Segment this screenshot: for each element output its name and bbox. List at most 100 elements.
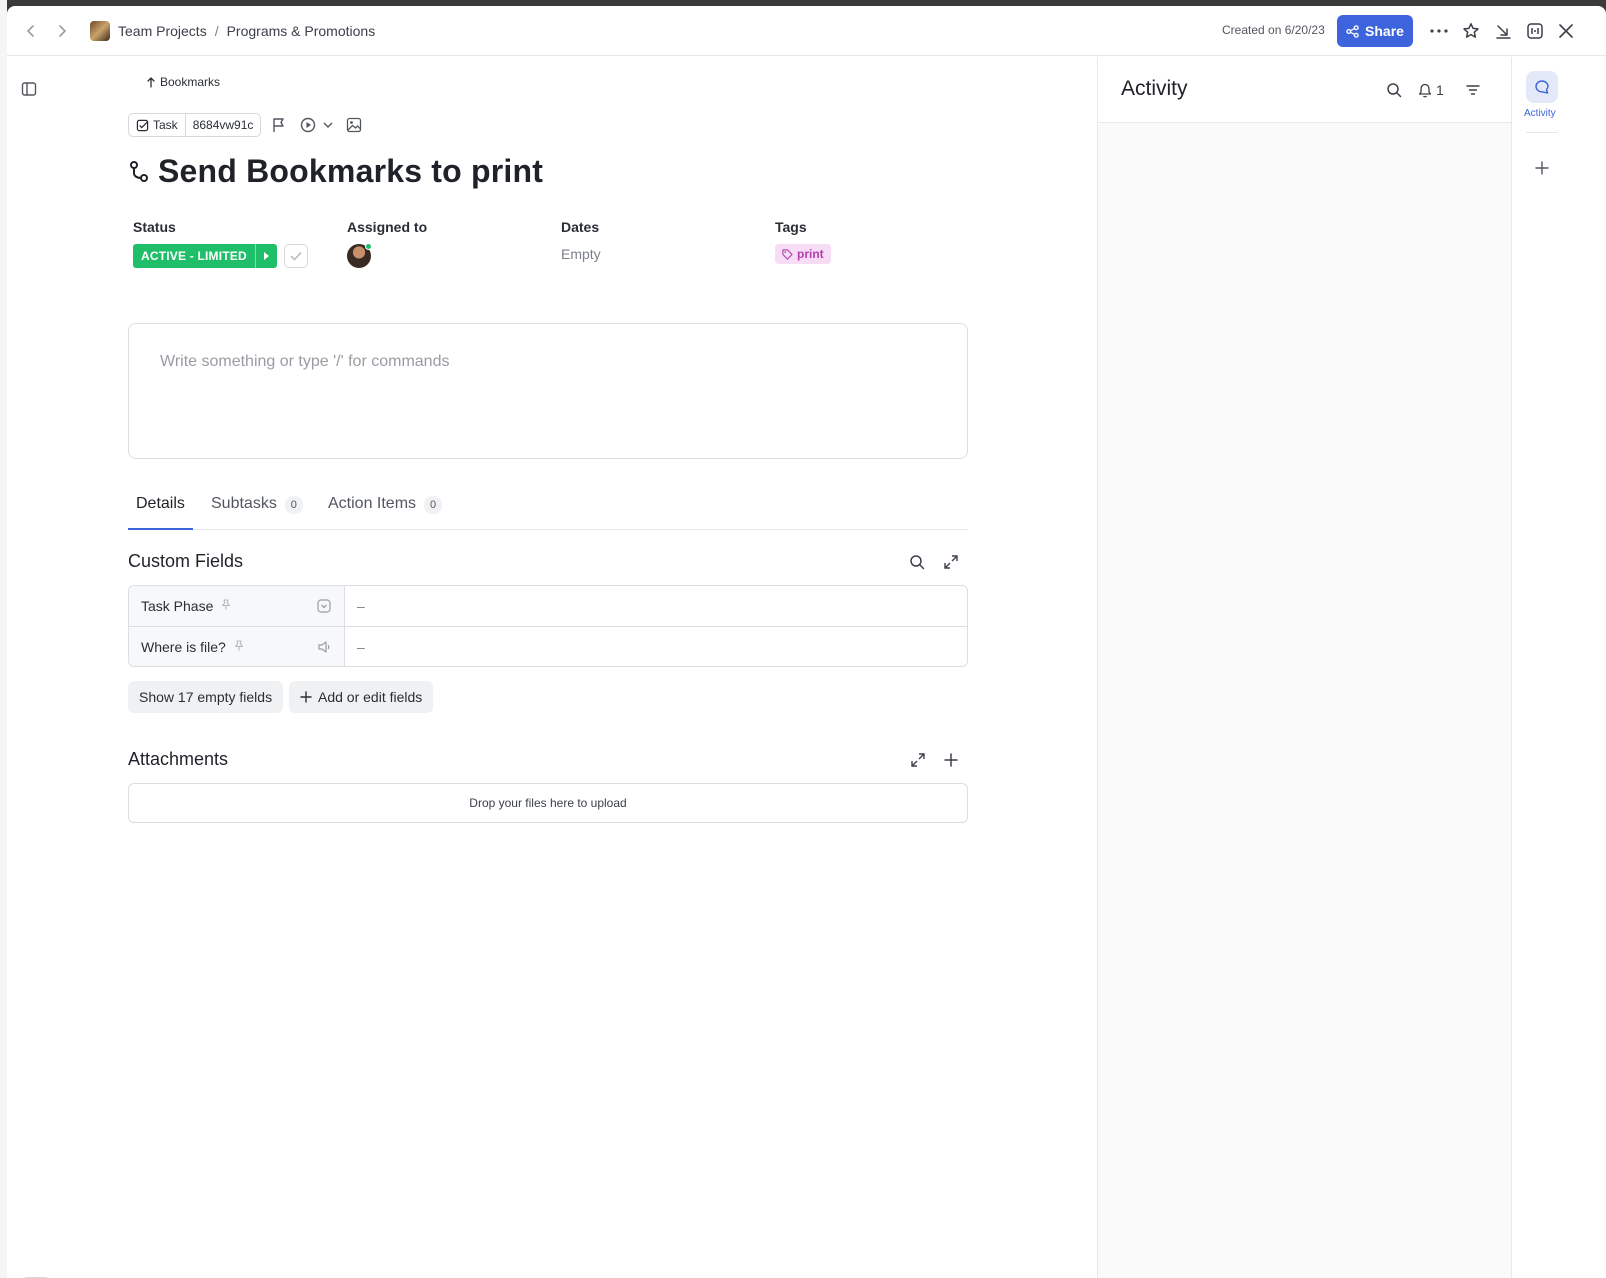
add-edit-fields-button[interactable]: Add or edit fields [289, 681, 434, 713]
background-page [0, 0, 7, 1278]
dates-field: Dates Empty [561, 219, 601, 262]
plus-icon [300, 691, 312, 703]
add-attachment-icon[interactable] [940, 749, 962, 771]
space-avatar [90, 21, 110, 41]
add-panel-icon[interactable] [1532, 158, 1552, 178]
parent-task-label: Bookmarks [160, 75, 221, 89]
task-title-row: Send Bookmarks to print [128, 153, 543, 190]
add-edit-fields-label: Add or edit fields [318, 689, 423, 705]
filter-icon[interactable] [1462, 79, 1484, 101]
show-empty-fields-label: Show 17 empty fields [139, 689, 273, 705]
breadcrumb-space[interactable]: Team Projects [118, 23, 207, 39]
subtasks-count: 0 [284, 496, 303, 514]
forward-arrow-icon[interactable] [51, 20, 73, 42]
status-next-icon[interactable] [254, 244, 277, 268]
created-date: Created on 6/20/23 [1222, 23, 1325, 37]
show-empty-fields-button[interactable]: Show 17 empty fields [128, 681, 284, 713]
notification-bell[interactable]: 1 [1418, 79, 1444, 101]
task-main: Bookmarks Task 8684vw91c Send Bookmarks … [54, 57, 1124, 1278]
parent-arrow-icon [147, 77, 155, 88]
description-editor[interactable]: Write something or type '/' for commands [128, 323, 968, 459]
task-id-label: 8684vw91c [192, 118, 254, 132]
rail-divider [1526, 132, 1558, 133]
attachment-dropzone[interactable]: Drop your files here to upload [128, 783, 968, 823]
share-label: Share [1365, 23, 1404, 39]
custom-field-row: Task Phase – [129, 586, 967, 626]
action-items-count: 0 [424, 496, 443, 514]
comment-icon [1535, 80, 1549, 94]
activity-title: Activity [1121, 77, 1188, 100]
pin-icon[interactable] [234, 639, 244, 654]
assignee-field: Assigned to [347, 219, 427, 268]
assignee-avatar[interactable] [347, 243, 372, 268]
tag-pill[interactable]: print [775, 244, 831, 264]
search-icon[interactable] [906, 551, 928, 573]
activity-header: Activity 1 [1098, 57, 1512, 123]
flag-icon[interactable] [269, 115, 289, 135]
more-icon[interactable] [1427, 19, 1451, 43]
tab-subtasks[interactable]: Subtasks 0 [211, 495, 303, 530]
play-timer-icon[interactable] [298, 115, 318, 135]
custom-fields-table: Task Phase – Where is file? – [128, 585, 968, 667]
tab-subtasks-label: Subtasks [211, 495, 277, 512]
task-check-icon [136, 119, 149, 131]
tags-field: Tags print [775, 219, 831, 265]
subtask-branch-icon [130, 160, 148, 182]
tag-label: print [797, 247, 824, 261]
close-icon[interactable] [1554, 19, 1578, 43]
task-modal: Team Projects / Programs & Promotions Cr… [7, 6, 1606, 1278]
left-rail [7, 57, 54, 1278]
activity-rail-button[interactable] [1526, 71, 1558, 103]
bell-icon [1418, 83, 1432, 97]
attachments-title: Attachments [128, 749, 229, 769]
task-id[interactable]: 8684vw91c [184, 114, 261, 136]
activity-panel: Activity 1 [1097, 57, 1512, 1278]
pin-icon[interactable] [221, 599, 231, 613]
star-icon[interactable] [1459, 19, 1483, 43]
tags-label: Tags [775, 219, 807, 235]
task-title[interactable]: Send Bookmarks to print [158, 153, 543, 190]
tab-details-label: Details [136, 495, 185, 512]
dates-value[interactable]: Empty [561, 246, 601, 262]
editor-placeholder: Write something or type '/' for commands [160, 353, 450, 370]
tab-action-items[interactable]: Action Items 0 [328, 495, 443, 530]
parent-task-link[interactable]: Bookmarks [146, 75, 220, 89]
text-type-icon [316, 639, 332, 655]
expand-icon[interactable] [940, 551, 962, 573]
back-arrow-icon[interactable] [20, 20, 42, 42]
expand-icon[interactable] [907, 749, 929, 771]
breadcrumb: Team Projects / Programs & Promotions [90, 20, 375, 42]
tag-icon [782, 248, 793, 260]
tab-details[interactable]: Details [128, 495, 193, 530]
complete-check-icon[interactable] [283, 244, 308, 268]
breadcrumb-list[interactable]: Programs & Promotions [227, 23, 376, 39]
minimize-icon[interactable] [1491, 19, 1515, 43]
tab-action-items-label: Action Items [328, 495, 417, 512]
top-bar: Team Projects / Programs & Promotions Cr… [7, 6, 1606, 56]
task-type-chip[interactable]: Task 8684vw91c [128, 113, 262, 137]
custom-field-row: Where is file? – [129, 626, 967, 666]
custom-field-name: Where is file? [129, 627, 345, 666]
status-value: ACTIVE - LIMITED [141, 249, 247, 263]
breadcrumb-separator: / [214, 23, 219, 39]
custom-fields-title: Custom Fields [128, 551, 244, 571]
online-indicator [365, 243, 372, 250]
search-icon[interactable] [1383, 79, 1405, 101]
share-button[interactable]: Share [1337, 15, 1413, 47]
chevron-down-icon[interactable] [318, 115, 338, 135]
status-field: Status ACTIVE - LIMITED [133, 219, 308, 268]
task-type[interactable]: Task [129, 114, 185, 136]
dropzone-text: Drop your files here to upload [469, 796, 627, 810]
dates-label: Dates [561, 219, 600, 235]
activity-rail-label: Activity [1524, 108, 1556, 119]
task-type-label: Task [153, 118, 178, 132]
cover-image-icon[interactable] [344, 115, 364, 135]
status-pill[interactable]: ACTIVE - LIMITED [133, 244, 277, 268]
status-label: Status [133, 219, 176, 235]
custom-field-value[interactable]: – [345, 627, 967, 666]
task-tabs: Details Subtasks 0 Action Items 0 [128, 481, 968, 530]
expand-view-icon[interactable] [1523, 19, 1547, 43]
sidebar-toggle-icon[interactable] [21, 81, 39, 99]
custom-field-label: Where is file? [141, 638, 226, 655]
custom-field-value[interactable]: – [345, 586, 967, 626]
